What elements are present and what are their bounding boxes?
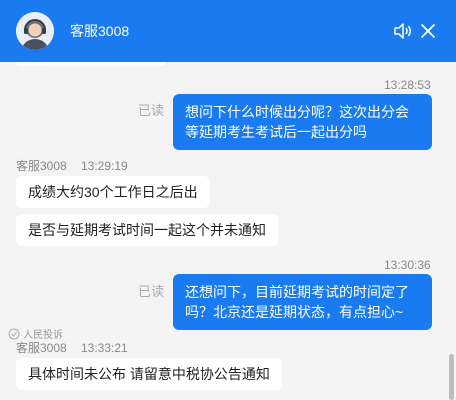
agent-avatar bbox=[16, 12, 54, 50]
message-timestamp: 13:33:21 bbox=[81, 341, 128, 355]
message-line: 吗？北京还是延期状态，有点担心~ bbox=[185, 304, 404, 320]
close-icon[interactable] bbox=[418, 21, 438, 41]
message-line: 等延期考生考试后一起出分吗 bbox=[185, 124, 367, 140]
incoming-message-bubble: 是否与延期考试时间一起这个并未通知 bbox=[16, 214, 278, 246]
message-timestamp: 13:28:53 bbox=[384, 78, 431, 92]
outgoing-message-bubble: 想问下什么时候出分呢？这次出分会 等延期考生考试后一起出分吗 bbox=[173, 94, 432, 150]
watermark-logo-icon bbox=[8, 328, 20, 339]
speaker-icon[interactable] bbox=[393, 21, 413, 41]
agent-name-title: 客服3008 bbox=[70, 23, 130, 39]
sender-name: 客服3008 bbox=[16, 159, 67, 173]
message-timestamp: 13:29:19 bbox=[81, 159, 128, 173]
previous-message-edge bbox=[16, 62, 166, 66]
watermark: 人民投诉 bbox=[8, 326, 63, 341]
message-line: 想问下什么时候出分呢？这次出分会 bbox=[185, 104, 409, 120]
outgoing-message-bubble: 还想问下，目前延期考试的时间定了 吗？北京还是延期状态，有点担心~ bbox=[173, 274, 432, 330]
message-line: 还想问下，目前延期考试的时间定了 bbox=[185, 284, 409, 300]
read-status: 已读 bbox=[138, 103, 165, 118]
chat-header: 客服3008 bbox=[0, 0, 456, 62]
watermark-text: 人民投诉 bbox=[23, 330, 63, 341]
scrollbar-thumb[interactable] bbox=[449, 354, 454, 400]
incoming-message-bubble: 成绩大约30个工作日之后出 bbox=[16, 176, 210, 208]
incoming-message-bubble: 具体时间未公布 请留意中税协公告通知 bbox=[16, 358, 282, 390]
sender-name: 客服3008 bbox=[16, 341, 67, 355]
headset-avatar-icon bbox=[16, 12, 54, 50]
message-list[interactable]: 13:28:53 已读 想问下什么时候出分呢？这次出分会 等延期考生考试后一起出… bbox=[0, 62, 456, 400]
message-timestamp: 13:30:36 bbox=[384, 258, 431, 272]
read-status: 已读 bbox=[138, 284, 165, 299]
